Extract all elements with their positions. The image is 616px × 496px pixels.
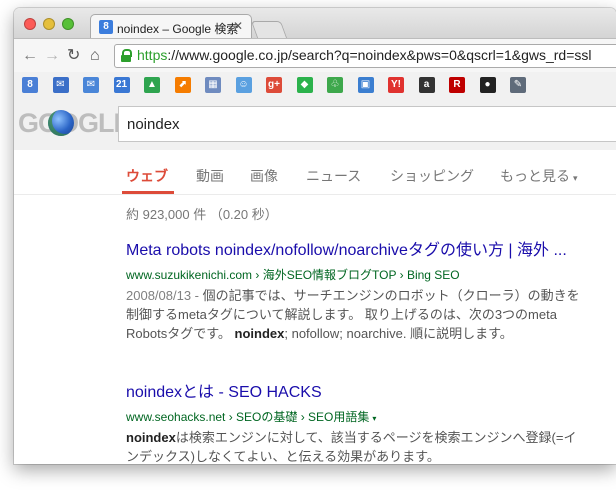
mail-icon[interactable]: ✉	[83, 77, 99, 93]
search-result: noindexとは - SEO HACKS www.seohacks.net ›…	[126, 378, 586, 464]
tab-shopping[interactable]: ショッピング	[390, 166, 474, 186]
amazon-icon[interactable]: a	[418, 77, 435, 93]
tool-icon[interactable]: ▦	[205, 77, 221, 93]
browser-toolbar: ← → ↻ ⌂ https://www.google.co.jp/search?…	[14, 38, 616, 73]
minimize-window-button[interactable]	[43, 18, 55, 30]
forward-arrow-icon[interactable]: →	[44, 47, 60, 65]
mail-icon[interactable]: ✉	[52, 77, 69, 93]
google-favicon-icon: 8	[99, 20, 113, 34]
result-url-text[interactable]: www.seohacks.net › SEOの基礎 › SEO用語集	[126, 410, 369, 424]
feedly-icon[interactable]: ◆	[296, 77, 313, 93]
snippet-text-end: ; nofollow; noarchive. 順に説明します。	[284, 326, 513, 341]
g8-icon[interactable]: 8	[22, 77, 38, 93]
tab-more[interactable]: もっと見る ▾	[500, 166, 578, 186]
lock-icon	[121, 49, 132, 62]
result-url: www.seohacks.net › SEOの基礎 › SEO用語集 ▾	[126, 408, 586, 425]
snippet-text: は検索エンジンに対して、該当するページを検索エンジンへ登録(=インデックス)しな…	[126, 430, 577, 464]
tab-news[interactable]: ニュース	[306, 166, 361, 186]
browser-tab-active[interactable]: 8 noindex – Google 検索 ✕	[90, 14, 252, 39]
result-url[interactable]: www.suzukikenichi.com › 海外SEO情報ブログTOP › …	[126, 266, 586, 283]
search-result: Meta robots noindex/nofollow/noarchiveタグ…	[126, 236, 586, 343]
hatena-icon[interactable]: ▣	[357, 77, 374, 93]
result-title-link[interactable]: Meta robots noindex/nofollow/noarchiveタグ…	[126, 236, 586, 260]
snippet-bold: noindex	[234, 326, 285, 341]
globe-icon	[48, 110, 74, 136]
search-input[interactable]: noindex	[118, 106, 616, 142]
browser-window: 8 noindex – Google 検索 ✕ ← → ↻ ⌂ https://…	[14, 8, 616, 464]
tab-close-icon[interactable]: ✕	[233, 19, 243, 33]
result-date: 2008/08/13 -	[126, 288, 203, 303]
new-tab-button[interactable]	[250, 21, 288, 38]
google-header: GOOGLE noindex	[14, 98, 616, 151]
bookmarks-bar: 8 ✉ ✉ 21 ▲ ⬈ ▦ ☺ g+ ◆ ♧ ▣ Y! a R ● ✎	[14, 72, 616, 99]
url-scheme: https	[137, 47, 168, 63]
active-tab-indicator	[122, 191, 174, 194]
reload-icon[interactable]: ↻	[67, 47, 80, 65]
search-query: noindex	[127, 116, 180, 133]
search-tabs: ウェブ 動画 画像 ニュース ショッピング もっと見る ▾	[14, 150, 616, 195]
close-window-button[interactable]	[24, 18, 36, 30]
google-logo[interactable]: GOOGLE	[18, 108, 132, 139]
result-snippet: 2008/08/13 - 個の記事では、サーチエンジンのロボット（クローラ）の動…	[126, 286, 586, 343]
tab-more-label: もっと見る	[500, 168, 570, 184]
url-text: https://www.google.co.jp/search?q=noinde…	[137, 47, 592, 63]
chevron-down-icon: ▾	[573, 173, 578, 183]
drive-icon[interactable]: ▲	[144, 77, 160, 93]
back-arrow-icon[interactable]: ←	[22, 47, 38, 65]
home-icon[interactable]: ⌂	[90, 47, 100, 65]
address-bar[interactable]: https://www.google.co.jp/search?q=noinde…	[114, 44, 616, 68]
yahoo-icon[interactable]: Y!	[388, 77, 404, 93]
user-icon[interactable]: ☺	[235, 77, 252, 93]
url-menu-icon[interactable]: ▾	[372, 414, 376, 423]
tab-videos[interactable]: 動画	[196, 166, 224, 186]
pin-icon[interactable]: ✎	[510, 77, 526, 93]
gplus-icon[interactable]: g+	[266, 77, 282, 93]
evernote-icon[interactable]: ♧	[327, 77, 343, 93]
zoom-window-button[interactable]	[62, 18, 74, 30]
tab-title: noindex – Google 検索	[117, 22, 239, 36]
rakuten-icon[interactable]: R	[449, 77, 465, 93]
result-snippet: noindexは検索エンジンに対して、該当するページを検索エンジンへ登録(=イン…	[126, 428, 586, 464]
snippet-bold: noindex	[126, 430, 176, 445]
analytics-icon[interactable]: ⬈	[174, 77, 191, 93]
app-icon[interactable]: ●	[479, 77, 496, 93]
url-rest: ://www.google.co.jp/search?q=noindex&pws…	[167, 47, 592, 63]
tab-web[interactable]: ウェブ	[126, 166, 168, 186]
calendar-icon[interactable]: 21	[113, 77, 130, 93]
tab-images[interactable]: 画像	[250, 166, 278, 186]
result-stats: 約 923,000 件 （0.20 秒）	[126, 207, 278, 222]
result-title-link[interactable]: noindexとは - SEO HACKS	[126, 378, 586, 402]
tab-strip: 8 noindex – Google 検索 ✕	[14, 8, 616, 39]
